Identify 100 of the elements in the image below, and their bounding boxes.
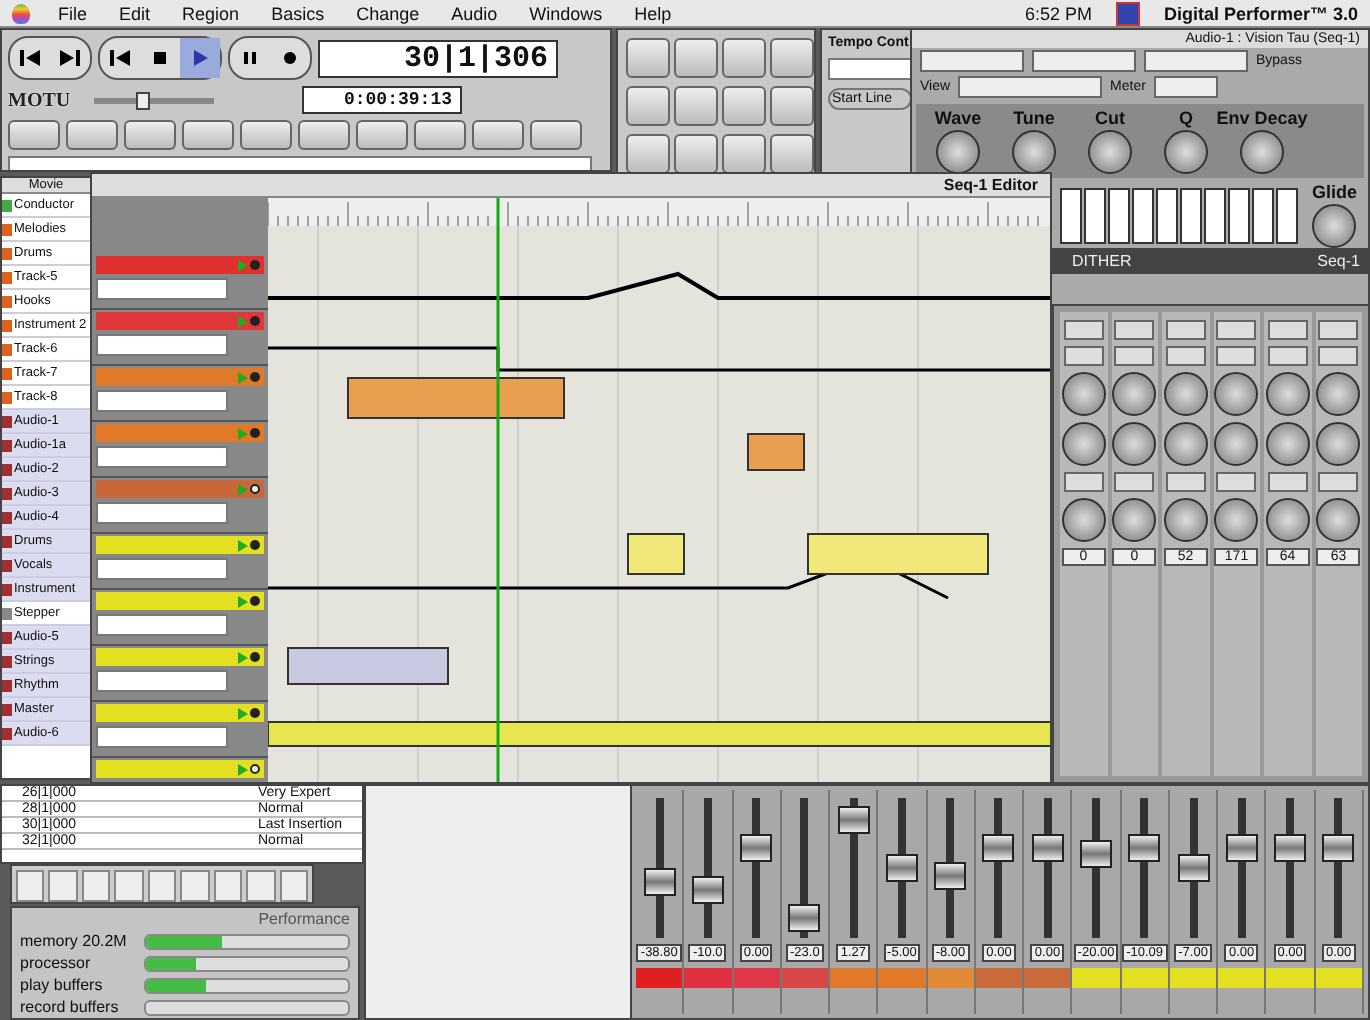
track-dropdown[interactable] bbox=[96, 446, 228, 468]
pan-knob[interactable] bbox=[1163, 422, 1208, 466]
track-dropdown[interactable] bbox=[96, 726, 228, 748]
fader-handle[interactable] bbox=[740, 833, 773, 861]
pan-knob[interactable] bbox=[1163, 498, 1208, 542]
dropdown[interactable] bbox=[920, 50, 1024, 72]
tempo-field[interactable] bbox=[828, 58, 912, 80]
pan-knob[interactable] bbox=[1316, 498, 1361, 542]
pan-knob[interactable] bbox=[1214, 498, 1259, 542]
toolbar-button[interactable] bbox=[414, 120, 466, 150]
pan-knob[interactable] bbox=[1061, 498, 1106, 542]
track-header[interactable] bbox=[96, 704, 264, 722]
insert-slot[interactable] bbox=[1114, 320, 1155, 340]
track-dropdown[interactable] bbox=[96, 502, 228, 524]
pan-knob[interactable] bbox=[1112, 422, 1157, 466]
pan-knob[interactable] bbox=[1316, 372, 1361, 416]
fader-handle[interactable] bbox=[1225, 833, 1258, 861]
fader-handle[interactable] bbox=[1080, 840, 1113, 868]
dropdown[interactable] bbox=[1144, 50, 1248, 72]
app-icon[interactable] bbox=[1115, 1, 1140, 25]
toolbar-button[interactable] bbox=[8, 120, 60, 150]
record-icon[interactable] bbox=[250, 484, 260, 494]
rewind-icon[interactable] bbox=[18, 48, 42, 68]
track-dropdown[interactable] bbox=[96, 614, 228, 636]
fader-handle[interactable] bbox=[1177, 854, 1210, 882]
insert-slot[interactable] bbox=[1114, 346, 1155, 366]
pan-knob[interactable] bbox=[1214, 422, 1259, 466]
track-header[interactable] bbox=[96, 536, 264, 554]
track-dropdown[interactable] bbox=[96, 278, 228, 300]
knob[interactable] bbox=[1164, 130, 1208, 174]
track-dropdown[interactable] bbox=[96, 670, 228, 692]
menu-item[interactable]: Change bbox=[352, 3, 424, 23]
mute-button[interactable] bbox=[1318, 472, 1359, 492]
insert-slot[interactable] bbox=[1267, 320, 1308, 340]
track-dropdown[interactable] bbox=[96, 390, 228, 412]
tool-button[interactable] bbox=[722, 134, 766, 174]
fader-handle[interactable] bbox=[885, 854, 918, 882]
toolbar-button[interactable] bbox=[182, 120, 234, 150]
pan-knob[interactable] bbox=[1214, 372, 1259, 416]
fader-handle[interactable] bbox=[788, 903, 821, 931]
mute-button[interactable] bbox=[1114, 472, 1155, 492]
track-header[interactable] bbox=[96, 592, 264, 610]
toolbar-button[interactable] bbox=[124, 120, 176, 150]
menu-item[interactable]: Windows bbox=[525, 3, 607, 23]
pause-icon[interactable] bbox=[238, 48, 262, 68]
record-icon[interactable] bbox=[250, 708, 260, 718]
toolbar-button[interactable] bbox=[356, 120, 408, 150]
dropdown[interactable] bbox=[1032, 50, 1136, 72]
mute-button[interactable] bbox=[1267, 472, 1308, 492]
fader-handle[interactable] bbox=[691, 875, 724, 903]
insert-slot[interactable] bbox=[1165, 346, 1206, 366]
view-dropdown[interactable] bbox=[958, 76, 1103, 98]
skip-back-icon[interactable] bbox=[108, 48, 132, 68]
menu-item[interactable]: Region bbox=[178, 3, 244, 23]
play-icon[interactable] bbox=[188, 48, 212, 68]
fader-handle[interactable] bbox=[643, 868, 676, 896]
pan-knob[interactable] bbox=[1112, 372, 1157, 416]
knob[interactable] bbox=[936, 130, 980, 174]
toolbar-button[interactable] bbox=[298, 120, 350, 150]
menu-item[interactable]: File bbox=[54, 3, 92, 23]
track-header[interactable] bbox=[96, 648, 264, 666]
track-dropdown[interactable] bbox=[96, 558, 228, 580]
pan-knob[interactable] bbox=[1163, 372, 1208, 416]
track-header[interactable] bbox=[96, 760, 264, 778]
insert-slot[interactable] bbox=[1267, 346, 1308, 366]
record-icon[interactable] bbox=[278, 48, 302, 68]
toolbar-button[interactable] bbox=[66, 120, 118, 150]
tool-button[interactable] bbox=[626, 134, 670, 174]
tool-button[interactable] bbox=[674, 38, 718, 78]
fader-handle[interactable] bbox=[1322, 833, 1355, 861]
play-button[interactable] bbox=[180, 38, 220, 78]
insert-slot[interactable] bbox=[1318, 320, 1359, 340]
fader-handle[interactable] bbox=[934, 861, 967, 889]
knob[interactable] bbox=[1312, 204, 1357, 248]
toolbar-button[interactable] bbox=[240, 120, 292, 150]
fader-handle[interactable] bbox=[837, 805, 870, 833]
tool-button[interactable] bbox=[626, 86, 670, 126]
knob[interactable] bbox=[1088, 130, 1132, 174]
track-header[interactable] bbox=[96, 480, 264, 498]
insert-slot[interactable] bbox=[1165, 320, 1206, 340]
keyboard-drawing[interactable] bbox=[1060, 187, 1298, 243]
fader-handle[interactable] bbox=[982, 833, 1015, 861]
insert-slot[interactable] bbox=[1063, 320, 1104, 340]
pan-knob[interactable] bbox=[1061, 372, 1106, 416]
menu-item[interactable]: Help bbox=[630, 3, 676, 23]
tool-button[interactable] bbox=[674, 86, 718, 126]
pan-knob[interactable] bbox=[1112, 498, 1157, 542]
insert-slot[interactable] bbox=[1318, 346, 1359, 366]
toolbar-button[interactable] bbox=[472, 120, 524, 150]
menu-item[interactable]: Edit bbox=[115, 3, 155, 23]
track-dropdown[interactable] bbox=[96, 334, 228, 356]
record-icon[interactable] bbox=[250, 652, 260, 662]
fader-handle[interactable] bbox=[1031, 833, 1064, 861]
mute-button[interactable] bbox=[1063, 472, 1104, 492]
mute-button[interactable] bbox=[1216, 472, 1257, 492]
tool-button[interactable] bbox=[770, 86, 814, 126]
insert-slot[interactable] bbox=[1216, 320, 1257, 340]
pan-knob[interactable] bbox=[1061, 422, 1106, 466]
mute-button[interactable] bbox=[1165, 472, 1206, 492]
forward-icon[interactable] bbox=[58, 48, 82, 68]
